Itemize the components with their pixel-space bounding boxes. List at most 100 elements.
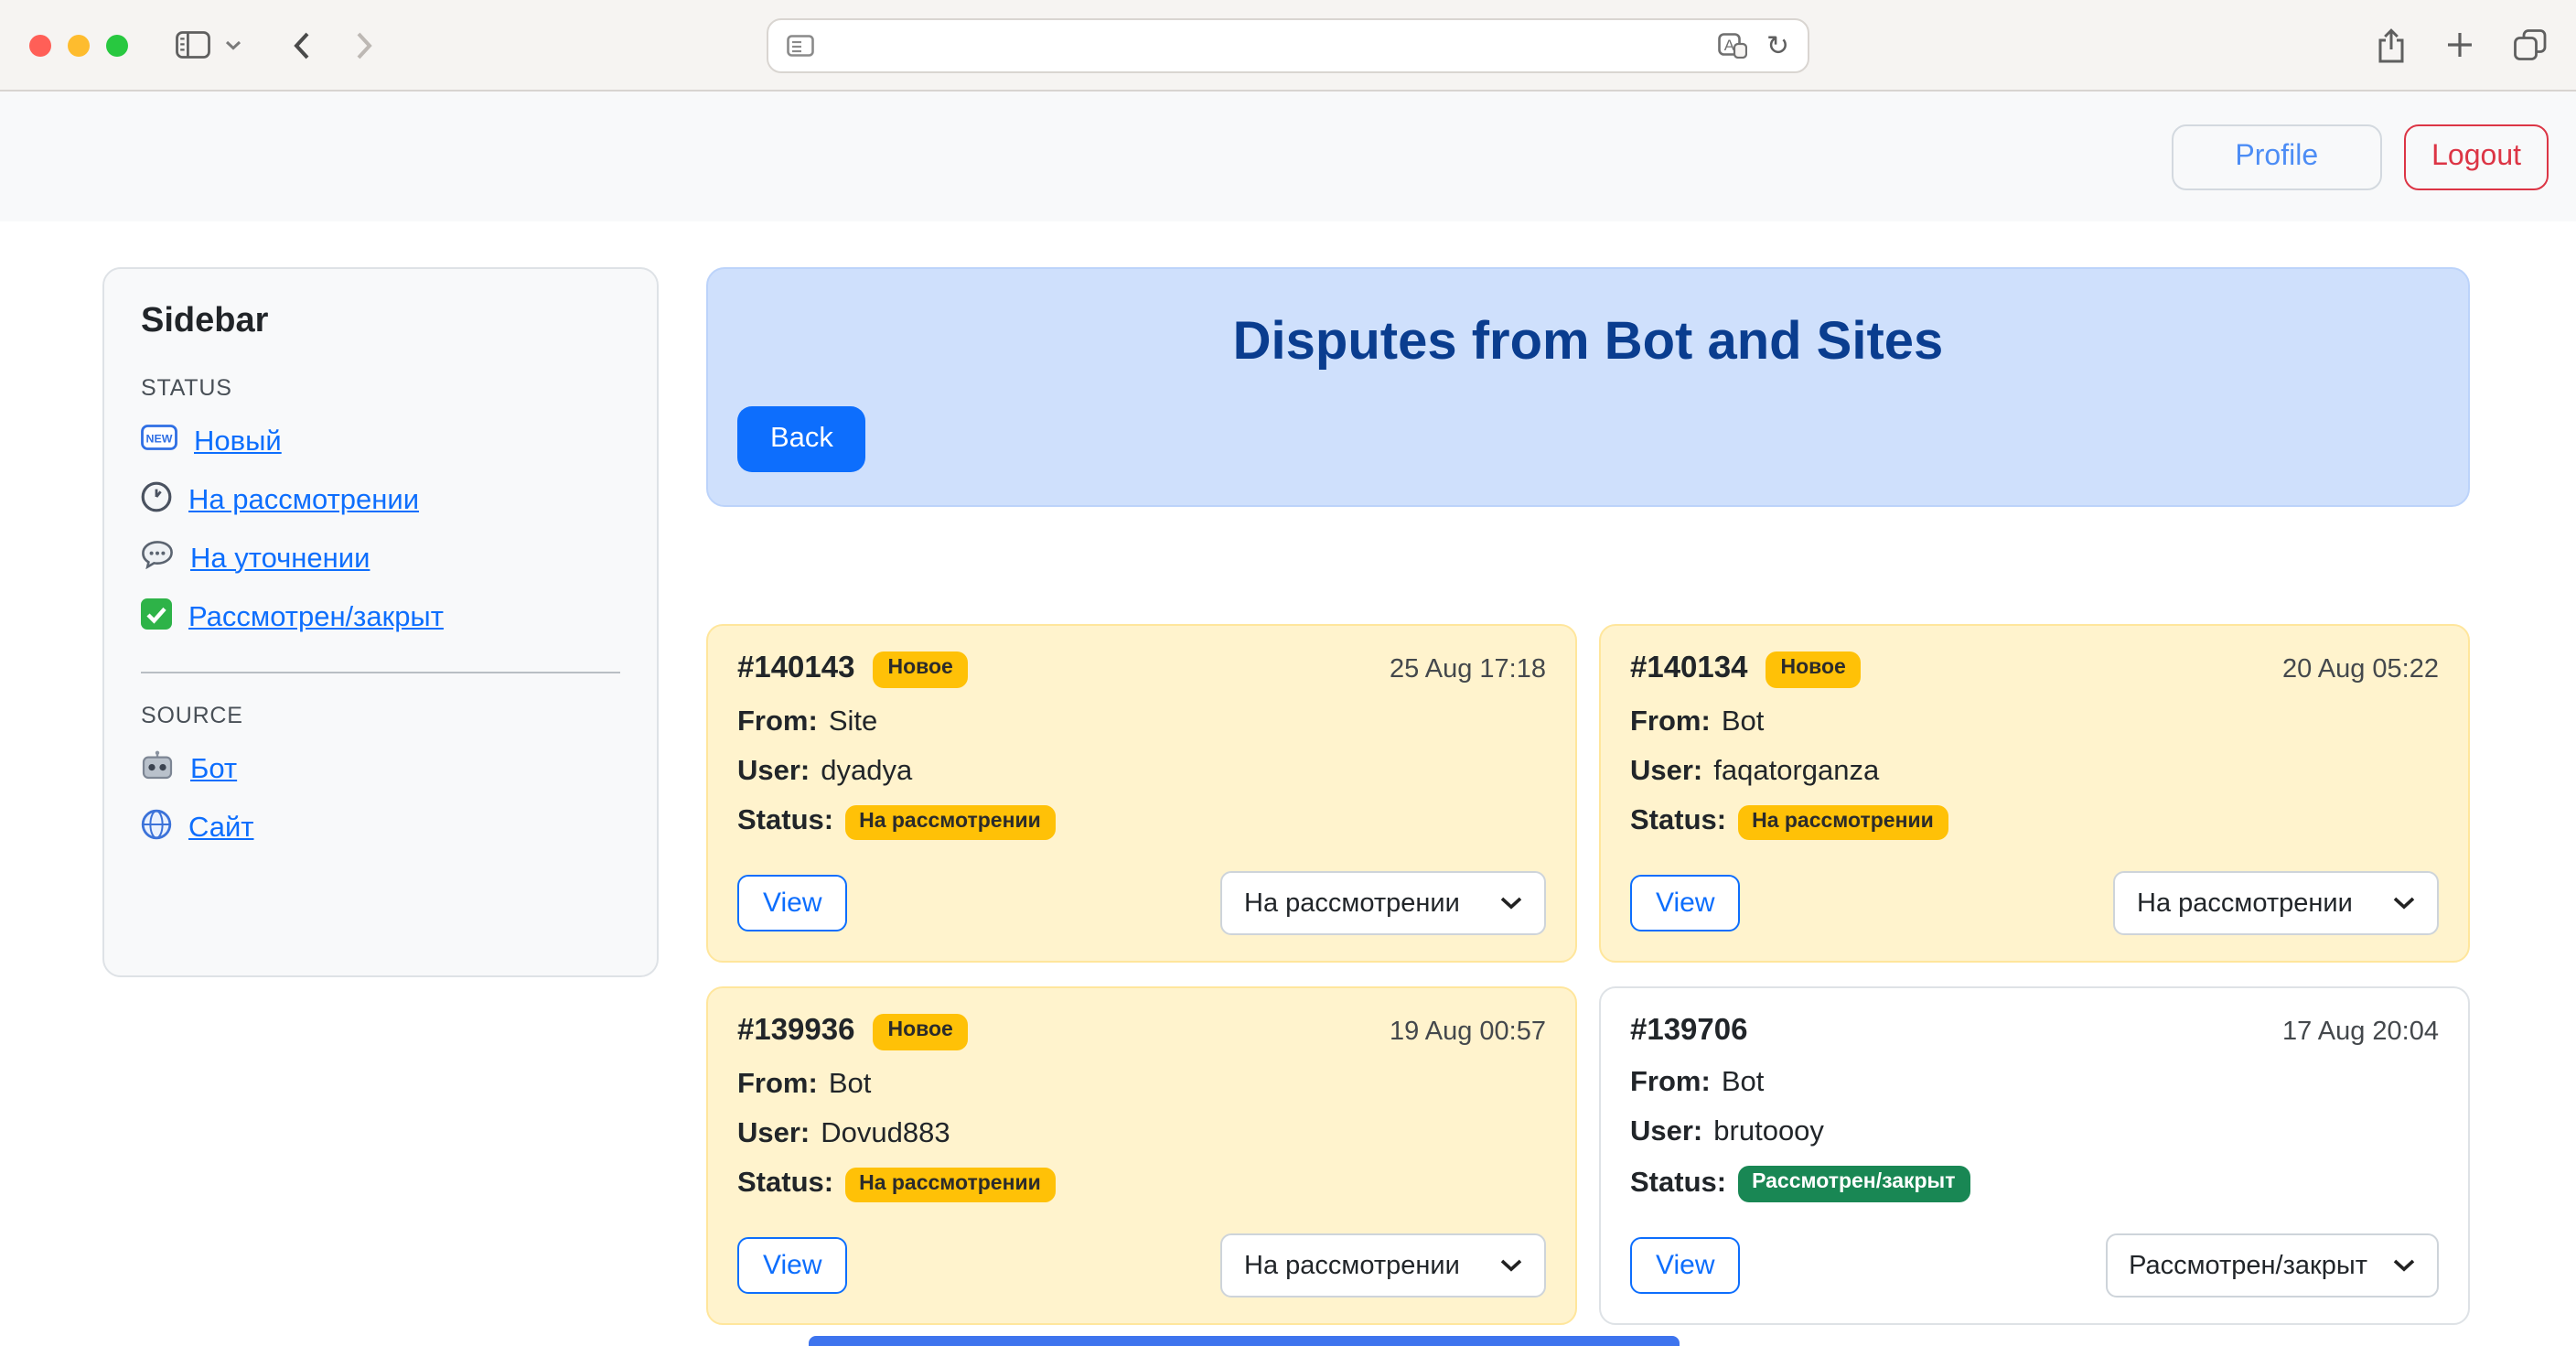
page-title: Disputes from Bot and Sites (737, 313, 2439, 373)
sidebar-item-new: NEW Новый (141, 425, 620, 459)
status-link-clarification[interactable]: На уточнении (190, 543, 370, 576)
dispute-date: 20 Aug 05:22 (2282, 655, 2439, 684)
user-value: brutoooy (1713, 1116, 1824, 1149)
sidebar: Sidebar STATUS NEW Новый (102, 267, 659, 977)
address-bar[interactable]: A ↻ (767, 18, 1809, 73)
page-content: Sidebar STATUS NEW Новый (0, 221, 2576, 1325)
chevron-down-icon (225, 39, 242, 50)
status-badge: На рассмотрении (844, 1167, 1056, 1202)
status-select-value: На рассмотрении (1244, 1251, 1460, 1280)
status-select-value: На рассмотрении (1244, 888, 1460, 918)
share-button[interactable] (2377, 27, 2406, 63)
dispute-card: #139706 17 Aug 20:04 From:Bot User:bruto… (1599, 986, 2470, 1325)
status-select[interactable]: На рассмотрении (1220, 871, 1546, 935)
dispute-card-grid: #140143 Новое 25 Aug 17:18 From:Site Use… (706, 624, 2470, 1325)
window-zoom-button[interactable] (106, 34, 128, 56)
user-value: Dovud883 (821, 1117, 950, 1150)
tab-overview-icon (2514, 29, 2547, 60)
status-label: Status: (1630, 1168, 1726, 1201)
back-arrow-icon (293, 30, 311, 59)
status-select[interactable]: Рассмотрен/закрыт (2105, 1233, 2439, 1298)
main-content: Disputes from Bot and Sites Back #140143… (706, 267, 2470, 1325)
status-label: Status: (737, 1168, 833, 1201)
sidebar-item-clarification: На уточнении (141, 542, 620, 576)
view-button[interactable]: View (737, 875, 848, 931)
profile-button[interactable]: Profile (2171, 124, 2382, 189)
sidebar-menu-chevron[interactable] (225, 39, 242, 50)
status-select-value: Рассмотрен/закрыт (2129, 1251, 2367, 1280)
status-link-new[interactable]: Новый (194, 425, 282, 458)
app-header: Profile Logout (0, 92, 2576, 221)
dispute-date: 19 Aug 00:57 (1390, 1018, 1546, 1047)
logout-button[interactable]: Logout (2404, 124, 2549, 189)
forward-button[interactable] (355, 30, 373, 59)
status-link-closed[interactable]: Рассмотрен/закрыт (188, 601, 444, 634)
status-label: Status: (1630, 806, 1726, 839)
dispute-card: #139936 Новое 19 Aug 00:57 From: Bot User… (706, 986, 1577, 1325)
user-label: User: (737, 1117, 810, 1150)
dispute-date: 17 Aug 20:04 (2282, 1017, 2439, 1046)
sidebar-section-source-heading: SOURCE (141, 703, 620, 728)
robot-icon (141, 750, 174, 789)
new-tab-button[interactable] (2446, 31, 2474, 59)
translate-icon[interactable]: A (1719, 33, 1748, 59)
dispute-card: #140134 Новое 20 Aug 05:22 From: Bot User… (1599, 624, 2470, 963)
back-button[interactable] (293, 30, 311, 59)
status-link-in-review[interactable]: На рассмотрении (188, 484, 419, 517)
status-select[interactable]: На рассмотрении (2113, 871, 2439, 935)
new-badge: Новое (874, 1014, 968, 1050)
from-value: Bot (1722, 705, 1765, 738)
source-link-bot[interactable]: Бот (190, 753, 237, 786)
user-value: faqatorganza (1713, 755, 1879, 788)
view-button[interactable]: View (1630, 875, 1741, 931)
status-badge: Рассмотрен/закрыт (1737, 1166, 1970, 1201)
dispute-card: #140143 Новое 25 Aug 17:18 From:Site Use… (706, 624, 1577, 963)
chevron-down-icon (1500, 897, 1522, 910)
dispute-id: #140143 (737, 652, 855, 687)
window-close-button[interactable] (29, 34, 51, 56)
new-icon: NEW (141, 425, 177, 459)
dispute-id: #139936 (737, 1015, 855, 1050)
view-button[interactable]: View (1630, 1237, 1741, 1294)
safari-window: A ↻ (0, 0, 2576, 1346)
user-label: User: (1630, 755, 1702, 788)
svg-text:NEW: NEW (146, 433, 173, 446)
from-label: From: (737, 705, 818, 738)
window-controls (29, 34, 128, 56)
share-icon (2377, 27, 2406, 63)
sidebar-toggle-button[interactable] (176, 31, 210, 59)
user-label: User: (1630, 1116, 1702, 1149)
chevron-down-icon (2393, 897, 2415, 910)
plus-icon (2446, 31, 2474, 59)
from-label: From: (1630, 1067, 1711, 1100)
sidebar-section-status-heading: STATUS (141, 375, 620, 401)
forward-arrow-icon (355, 30, 373, 59)
globe-icon (141, 808, 172, 848)
from-value: Bot (829, 1068, 872, 1101)
next-card-partial (809, 1336, 1680, 1346)
sidebar-item-in-review: На рассмотрении (141, 483, 620, 518)
window-minimize-button[interactable] (68, 34, 90, 56)
status-select[interactable]: На рассмотрении (1220, 1233, 1546, 1298)
view-button[interactable]: View (737, 1237, 848, 1294)
from-label: From: (1630, 705, 1711, 738)
status-badge: На рассмотрении (844, 804, 1056, 840)
from-value: Bot (1722, 1067, 1765, 1100)
tab-overview-button[interactable] (2514, 29, 2547, 60)
status-select-value: На рассмотрении (2137, 888, 2353, 918)
from-value: Site (829, 705, 877, 738)
page-banner: Disputes from Bot and Sites Back (706, 267, 2470, 507)
user-label: User: (737, 755, 810, 788)
from-label: From: (737, 1068, 818, 1101)
sidebar-divider (141, 672, 620, 673)
page-format-icon[interactable] (787, 35, 814, 57)
sidebar-item-site: Сайт (141, 811, 620, 845)
speech-bubble-icon (141, 540, 174, 578)
source-link-site[interactable]: Сайт (188, 812, 254, 845)
browser-chrome: A ↻ (0, 0, 2576, 92)
new-badge: Новое (1766, 651, 1861, 687)
back-button-page[interactable]: Back (737, 406, 866, 472)
reload-icon[interactable]: ↻ (1766, 32, 1789, 59)
dispute-id: #140134 (1630, 652, 1748, 687)
clock-icon (141, 480, 172, 521)
